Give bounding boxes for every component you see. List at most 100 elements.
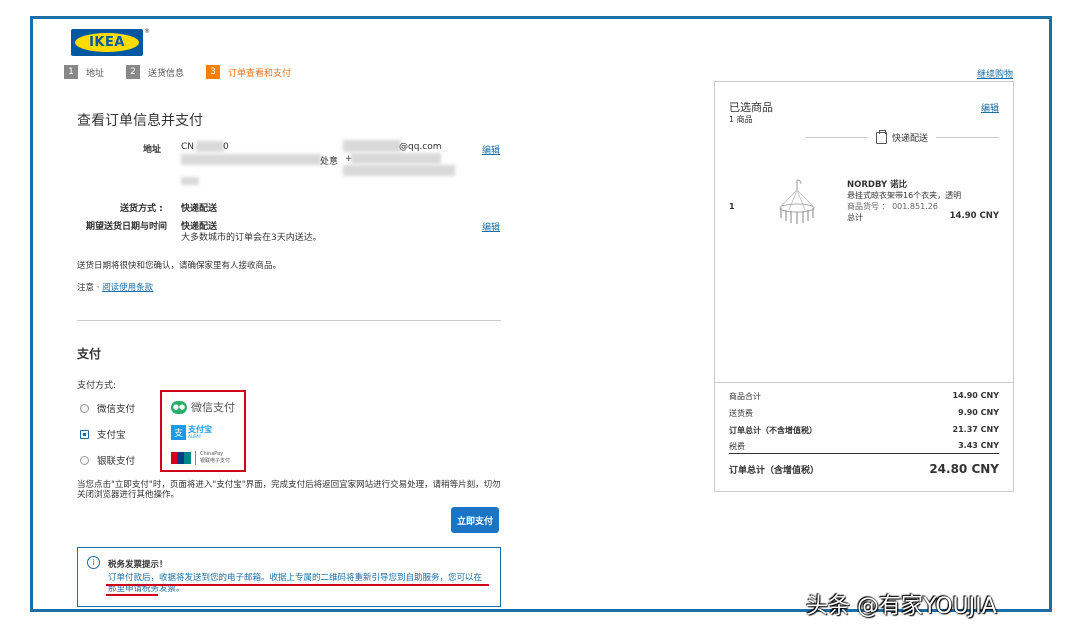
info-icon: i: [87, 556, 100, 569]
product-number: 商品货号 ： 001.851.26: [847, 202, 938, 211]
summary-divider: [715, 382, 1013, 383]
cart-summary-panel: 已选商品 1 商品 编辑 快递配送 1 NORDBY 诺比 悬挂式晾衣架带16个…: [714, 81, 1014, 492]
grand-total-value: 24.80 CNY: [929, 462, 999, 476]
divider: [936, 137, 1000, 138]
summary-value: 3.43 CNY: [958, 441, 999, 450]
terms-prefix: 注意 ·: [77, 283, 103, 293]
redacted-block: [343, 140, 401, 152]
red-underline: [106, 584, 489, 586]
section-divider: [77, 320, 501, 321]
summary-row-net-total: 订单总计（不含增值税） 21.37 CNY: [729, 425, 999, 436]
wechat-icon: ●●: [171, 400, 187, 414]
ikea-logo-text: IKEA: [75, 33, 139, 52]
tax-notice-title: 税务发票提示！: [108, 560, 168, 570]
payment-option-label: 微信支付: [97, 404, 136, 415]
unionpay-logo-en: ChinaPay: [200, 451, 224, 457]
alipay-logo-sub: ALIPAY: [188, 434, 202, 439]
grand-total-label: 订单总计（含增值税）: [729, 466, 820, 476]
unionpay-icon: [171, 452, 191, 464]
summary-label: 送货费: [729, 409, 753, 418]
radio-button[interactable]: [80, 403, 89, 413]
unionpay-logo: ChinaPay 银联电子支付: [171, 451, 230, 465]
shipping-method-label: 快递配送: [892, 134, 929, 144]
page-title: 查看订单信息并支付: [77, 113, 203, 129]
item-quantity: 1: [729, 202, 735, 211]
summary-row-subtotal: 商品合计 14.90 CNY: [729, 391, 999, 402]
product-name[interactable]: NORDBY 诺比: [847, 178, 907, 190]
address-suffix: 0: [223, 142, 229, 152]
summary-value: 9.90 CNY: [958, 408, 999, 417]
shipping-method-row: 快递配送: [805, 129, 1000, 144]
cart-item-count: 1 商品: [729, 115, 753, 124]
edit-delivery-link[interactable]: 编辑: [482, 220, 500, 233]
payment-option-unionpay[interactable]: 银联支付: [80, 453, 135, 467]
wechat-logo-text: 微信支付: [191, 401, 235, 414]
alipay-logo-text: 支付宝: [188, 425, 212, 434]
summary-row-shipping: 送货费 9.90 CNY: [729, 408, 999, 419]
delivery-box-icon: [876, 129, 887, 144]
address-label: 地址: [143, 145, 162, 155]
page-frame: IKEA ® 1 地址 2 送货信息 3 订单查看和支付 继续购物 查看订单信息…: [30, 16, 1052, 612]
payment-option-label: 支付宝: [97, 430, 126, 441]
divider: [805, 137, 868, 138]
redacted-block: [351, 153, 441, 164]
delivery-notice: 送货日期将很快和您确认，请确保家里有人接收商品。: [77, 261, 282, 271]
summary-label: 订单总计（不含增值税）: [729, 426, 817, 435]
red-underline: [106, 594, 158, 596]
terms-link[interactable]: 阅读使用条款: [102, 283, 153, 293]
summary-value: 21.37 CNY: [952, 425, 999, 434]
radio-button[interactable]: [80, 455, 89, 465]
wechat-pay-logo: ●● 微信支付: [171, 399, 235, 415]
ship-method-value: 快递配送: [181, 204, 218, 214]
terms-line: 注意 · 阅读使用条款: [77, 281, 153, 293]
step-address[interactable]: 1 地址: [64, 65, 104, 79]
summary-value: 14.90 CNY: [952, 391, 999, 400]
watermark: 头条 @有家YOUJIA: [806, 594, 997, 619]
pay-now-button[interactable]: 立即支付: [451, 507, 499, 533]
payment-note: 当您点击"立即支付"时，页面将进入"支付宝"界面，完成支付后将返回宜家网站进行交…: [77, 480, 501, 500]
grand-total-row: 订单总计（含增值税） 24.80 CNY: [729, 462, 999, 476]
unionpay-logo-cn: 银联电子支付: [200, 458, 231, 464]
product-image: [779, 179, 815, 224]
step-delivery[interactable]: 2 送货信息: [126, 65, 184, 79]
payment-option-alipay[interactable]: 支付宝: [80, 427, 126, 441]
radio-button-selected[interactable]: [80, 429, 89, 439]
address-place: 处意: [320, 157, 339, 167]
payment-option-label: 银联支付: [97, 456, 136, 467]
redacted-block: [196, 141, 224, 152]
redacted-block: [181, 154, 321, 165]
step-label: 地址: [86, 68, 105, 79]
address-prefix: CN: [181, 142, 195, 152]
step-label: 订单查看和支付: [228, 68, 292, 79]
tax-invoice-notice: i 税务发票提示！ 订单付款后，收据将发送到您的电子邮箱。收据上专属的二维码将重…: [77, 547, 501, 607]
alipay-logo: 支 支付宝 ALIPAY: [171, 425, 212, 440]
continue-shopping-link[interactable]: 继续购物: [977, 67, 1013, 80]
step-review-pay: 3 订单查看和支付: [206, 65, 291, 79]
registered-mark: ®: [144, 28, 150, 35]
product-total-label: 总计: [847, 213, 863, 222]
step-number: 2: [126, 65, 141, 79]
edit-cart-link[interactable]: 编辑: [981, 101, 999, 114]
step-label: 送货信息: [148, 68, 185, 79]
product-total-value: 14.90 CNY: [949, 211, 999, 221]
delivery-date-label: 期望送货日期与时间: [86, 222, 168, 232]
delivery-date-note: 大多数城市的订单会在3天内送达。: [181, 233, 322, 243]
payment-option-wechat[interactable]: 微信支付: [80, 401, 135, 415]
checkout-steps: 1 地址 2 送货信息 3 订单查看和支付: [64, 65, 313, 79]
summary-row-tax: 税费 3.43 CNY: [729, 441, 999, 452]
email-suffix: @qq.com: [399, 142, 442, 152]
step-number: 3: [206, 65, 221, 79]
edit-address-link[interactable]: 编辑: [482, 143, 500, 156]
ship-method-label: 送货方式 :: [120, 204, 163, 214]
payment-title: 支付: [77, 347, 102, 361]
summary-label: 税费: [729, 442, 745, 451]
redacted-block: [343, 165, 455, 176]
summary-divider: [729, 453, 999, 454]
redacted-block: [181, 177, 199, 185]
step-number: 1: [64, 65, 78, 79]
ikea-logo[interactable]: IKEA: [71, 29, 143, 56]
payment-method-label: 支付方式:: [77, 381, 117, 391]
product-description: 悬挂式晾衣架带16个衣夹，透明: [847, 191, 962, 200]
alipay-icon: 支: [171, 425, 186, 440]
cart-title: 已选商品: [729, 101, 773, 114]
